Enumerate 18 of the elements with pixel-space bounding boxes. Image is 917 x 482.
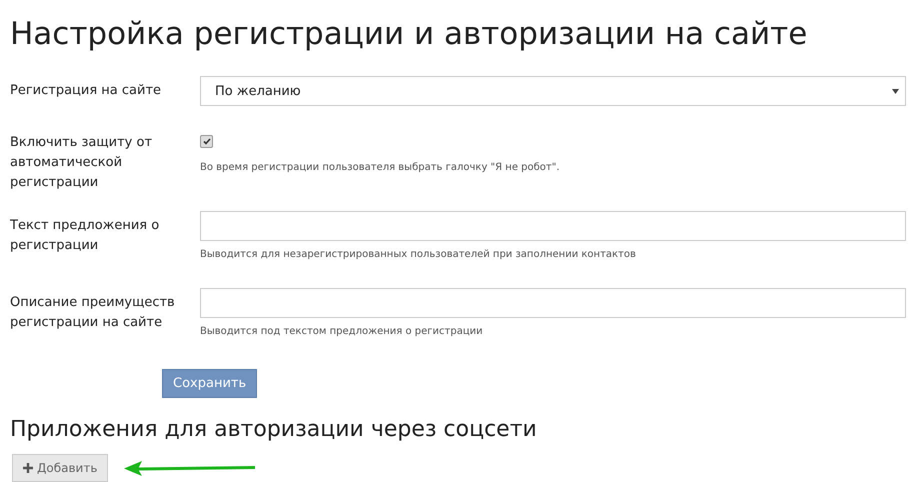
text-field[interactable] <box>200 288 906 318</box>
field-hint: Выводится под текстом предложения о регистрации <box>200 326 484 337</box>
field-hint: Выводится для незарегистрированных пользователей при заполнении контактов <box>200 249 637 260</box>
plus-icon <box>23 463 33 473</box>
field-label: Регистрация на сайте <box>10 82 162 100</box>
check-icon <box>202 138 210 145</box>
section-title: Приложения для авторизации через соцсети <box>10 416 538 444</box>
text-field[interactable] <box>200 211 906 241</box>
page-title: Настройка регистрации и авторизации на сайте <box>10 15 808 54</box>
add-button[interactable]: Добавить <box>12 454 108 482</box>
field-hint: Во время регистрации пользователя выбрать галочку "Я не робот". <box>200 162 561 173</box>
field-label: Текст предложения о регистрации <box>10 217 160 255</box>
field-label: Включить защиту от автоматической регистрации <box>10 134 154 192</box>
save-button[interactable]: Сохранить <box>162 369 258 398</box>
field-label: Описание преимуществ регистрации на сайте <box>10 294 176 332</box>
caret-icon <box>892 88 899 94</box>
registration-select[interactable]: По желанию <box>200 76 906 106</box>
checkbox[interactable] <box>200 135 213 148</box>
